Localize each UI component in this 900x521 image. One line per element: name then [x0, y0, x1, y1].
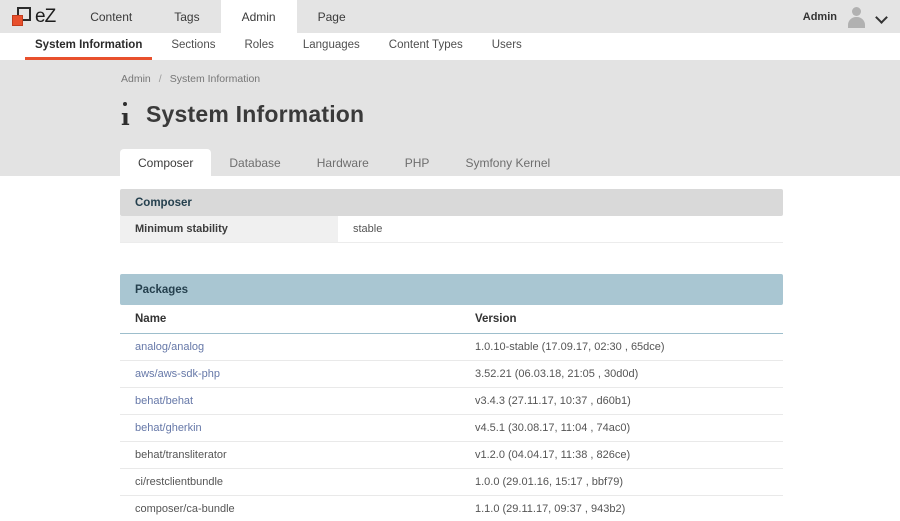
package-version: 1.1.0 (29.11.17, 09:37 , 943b2)	[460, 496, 783, 521]
breadcrumb-current: System Information	[170, 73, 260, 85]
ez-logo[interactable]: eZ	[0, 0, 69, 33]
top-nav-item-tags[interactable]: Tags	[153, 0, 220, 33]
minimum-stability-row: Minimum stability stable	[120, 216, 783, 243]
logo-text: eZ	[35, 6, 55, 28]
composer-section-header: Composer	[120, 189, 783, 216]
info-icon: ı	[119, 101, 134, 128]
packages-section-header: Packages	[120, 274, 783, 305]
tab-symfony-kernel[interactable]: Symfony Kernel	[447, 149, 568, 176]
ez-logo-icon	[12, 7, 31, 26]
table-row: behat/gherkin v4.5.1 (30.08.17, 11:04 , …	[120, 415, 783, 442]
title-row: ı System Information	[0, 85, 900, 128]
logo-orange-square	[12, 15, 23, 26]
package-name: composer/ca-bundle	[120, 496, 460, 521]
page-title: System Information	[146, 101, 364, 128]
package-name: behat/transliterator	[120, 442, 460, 468]
tab-database[interactable]: Database	[211, 149, 298, 176]
package-name-link[interactable]: aws/aws-sdk-php	[120, 361, 460, 387]
subnav-item-users[interactable]: Users	[482, 33, 532, 60]
top-bar: eZ Content Tags Admin Page Admin	[0, 0, 900, 33]
subnav-item-roles[interactable]: Roles	[234, 33, 283, 60]
subnav-item-sections[interactable]: Sections	[161, 33, 225, 60]
minimum-stability-value: stable	[338, 216, 783, 242]
packages-table-header: Name Version	[120, 305, 783, 334]
table-row: analog/analog 1.0.10-stable (17.09.17, 0…	[120, 334, 783, 361]
section-gap	[120, 243, 900, 274]
user-menu[interactable]: Admin	[803, 0, 900, 33]
composer-section: Composer Minimum stability stable	[120, 189, 783, 243]
table-row: behat/transliterator v1.2.0 (04.04.17, 1…	[120, 442, 783, 469]
table-row: aws/aws-sdk-php 3.52.21 (06.03.18, 21:05…	[120, 361, 783, 388]
package-name-link[interactable]: behat/behat	[120, 388, 460, 414]
package-version: 3.52.21 (06.03.18, 21:05 , 30d0d)	[460, 361, 783, 387]
breadcrumb-admin[interactable]: Admin	[121, 73, 151, 85]
subnav-item-languages[interactable]: Languages	[293, 33, 370, 60]
tab-composer[interactable]: Composer	[120, 149, 211, 176]
table-row: behat/behat v3.4.3 (27.11.17, 10:37 , d6…	[120, 388, 783, 415]
user-name: Admin	[803, 11, 837, 23]
package-name: ci/restclientbundle	[120, 469, 460, 495]
packages-column-version: Version	[460, 305, 783, 333]
avatar-icon	[845, 5, 868, 28]
top-nav-item-content[interactable]: Content	[69, 0, 153, 33]
packages-section: Packages Name Version analog/analog 1.0.…	[120, 274, 783, 521]
page: eZ Content Tags Admin Page Admin System …	[0, 0, 900, 521]
subnav-item-system-information[interactable]: System Information	[25, 33, 152, 60]
package-name-link[interactable]: analog/analog	[120, 334, 460, 360]
package-version: 1.0.0 (29.01.16, 15:17 , bbf79)	[460, 469, 783, 495]
breadcrumb: Admin / System Information	[0, 60, 900, 85]
breadcrumb-separator: /	[159, 73, 162, 85]
package-version: v1.2.0 (04.04.17, 11:38 , 826ce)	[460, 442, 783, 468]
tab-php[interactable]: PHP	[387, 149, 448, 176]
table-row: ci/restclientbundle 1.0.0 (29.01.16, 15:…	[120, 469, 783, 496]
tab-content-composer: Composer Minimum stability stable Packag…	[0, 176, 900, 521]
package-version: v4.5.1 (30.08.17, 11:04 , 74ac0)	[460, 415, 783, 441]
package-version: v3.4.3 (27.11.17, 10:37 , d60b1)	[460, 388, 783, 414]
top-nav-item-page[interactable]: Page	[297, 0, 367, 33]
package-version: 1.0.10-stable (17.09.17, 02:30 , 65dce)	[460, 334, 783, 360]
table-row: composer/ca-bundle 1.1.0 (29.11.17, 09:3…	[120, 496, 783, 521]
tab-bar: Composer Database Hardware PHP Symfony K…	[120, 149, 568, 176]
top-nav: Content Tags Admin Page	[69, 0, 366, 33]
subnav-item-content-types[interactable]: Content Types	[379, 33, 473, 60]
page-header-band: Admin / System Information ı System Info…	[0, 60, 900, 176]
package-name-link[interactable]: behat/gherkin	[120, 415, 460, 441]
minimum-stability-label: Minimum stability	[120, 216, 338, 242]
packages-column-name: Name	[120, 305, 460, 333]
admin-sub-nav: System Information Sections Roles Langua…	[0, 33, 900, 60]
chevron-down-icon[interactable]	[876, 12, 886, 22]
tab-hardware[interactable]: Hardware	[299, 149, 387, 176]
top-nav-item-admin[interactable]: Admin	[221, 0, 297, 33]
